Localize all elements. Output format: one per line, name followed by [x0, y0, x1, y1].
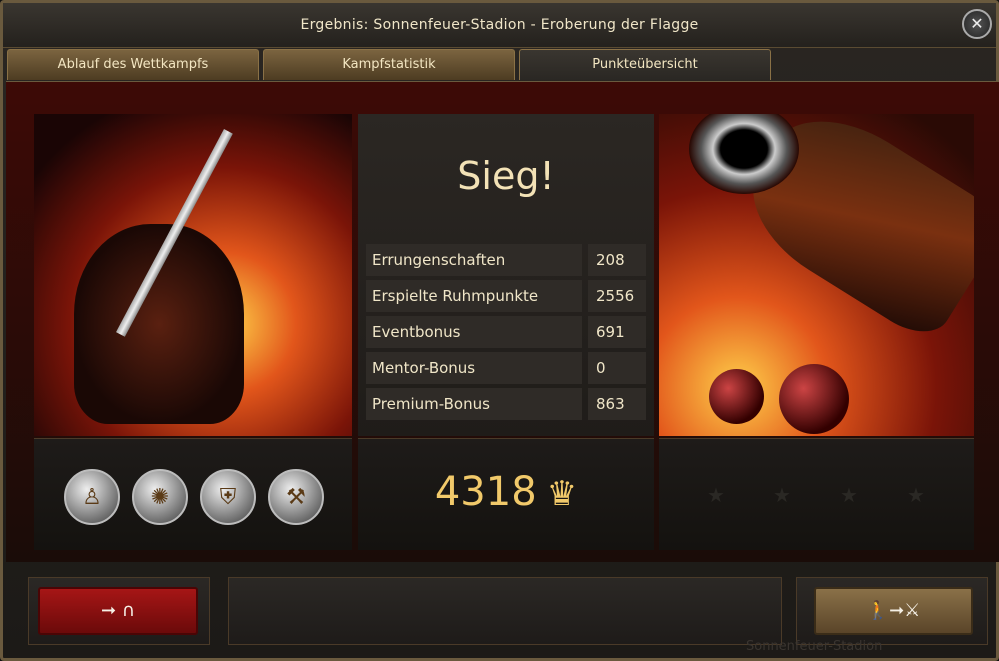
- total-points-panel: 4318 ♛: [358, 438, 654, 550]
- total-points: 4318 ♛: [358, 469, 654, 515]
- pillar-medal-icon: ♙: [64, 469, 120, 525]
- arena-watermark: Sonnenfeuer-Stadion: [746, 639, 883, 654]
- stat-value: 863: [588, 388, 646, 420]
- tab-ablauf[interactable]: Ablauf des Wettkampfs: [7, 49, 259, 80]
- window-title: Ergebnis: Sonnenfeuer-Stadion - Eroberun…: [300, 17, 699, 33]
- stat-value: 0: [588, 352, 646, 384]
- victory-headline: Sieg!: [457, 154, 555, 198]
- stats-table: Errungenschaften 208 Erspielte Ruhmpunkt…: [366, 244, 646, 424]
- cannon-artwork: [659, 114, 974, 436]
- stat-row: Errungenschaften 208: [366, 244, 646, 276]
- crown-icon: ♛: [546, 474, 578, 514]
- title-bar: Ergebnis: Sonnenfeuer-Stadion - Eroberun…: [3, 3, 996, 48]
- results-content: Sieg! Errungenschaften 208 Erspielte Ruh…: [6, 81, 999, 562]
- cannonball-illustration: [709, 369, 764, 424]
- tab-kampfstatistik[interactable]: Kampfstatistik: [263, 49, 515, 80]
- stat-label: Erspielte Ruhmpunkte: [366, 280, 582, 312]
- cannonball-illustration: [779, 364, 849, 434]
- star-icon: ★: [773, 483, 791, 507]
- close-icon: ✕: [970, 14, 984, 33]
- result-window: Ergebnis: Sonnenfeuer-Stadion - Eroberun…: [0, 0, 999, 661]
- footer-message-area: [228, 577, 782, 645]
- tab-punkteuebersicht[interactable]: Punkteübersicht: [519, 49, 771, 80]
- stat-row: Eventbonus 691: [366, 316, 646, 348]
- total-points-value: 4318: [434, 469, 537, 515]
- stat-value: 2556: [588, 280, 646, 312]
- stat-label: Mentor-Bonus: [366, 352, 582, 384]
- star-icon: ★: [707, 483, 725, 507]
- stat-label: Premium-Bonus: [366, 388, 582, 420]
- star-icon: ★: [840, 483, 858, 507]
- stat-value: 691: [588, 316, 646, 348]
- crossed-tools-medal-icon: ⚒: [268, 469, 324, 525]
- stat-label: Eventbonus: [366, 316, 582, 348]
- footer-bar: ➞ ∩ 🚶➞⚔ Sonnenfeuer-Stadion: [6, 569, 999, 659]
- warrior-artwork: [34, 114, 352, 436]
- leave-arena-button[interactable]: ➞ ∩: [38, 587, 198, 635]
- stat-value: 208: [588, 244, 646, 276]
- close-button[interactable]: ✕: [962, 9, 992, 39]
- stat-row: Premium-Bonus 863: [366, 388, 646, 420]
- result-summary: Sieg! Errungenschaften 208 Erspielte Ruh…: [358, 114, 654, 436]
- star-icon: ★: [907, 483, 925, 507]
- medals-panel: ♙ ✺ ⛨ ⚒: [34, 438, 352, 550]
- join-battle-button[interactable]: 🚶➞⚔: [814, 587, 973, 635]
- stars-panel: ★ ★ ★ ★: [659, 438, 974, 550]
- stat-row: Mentor-Bonus 0: [366, 352, 646, 384]
- stat-row: Erspielte Ruhmpunkte 2556: [366, 280, 646, 312]
- dragon-medal-icon: ✺: [132, 469, 188, 525]
- stat-label: Errungenschaften: [366, 244, 582, 276]
- shield-medal-icon: ⛨: [200, 469, 256, 525]
